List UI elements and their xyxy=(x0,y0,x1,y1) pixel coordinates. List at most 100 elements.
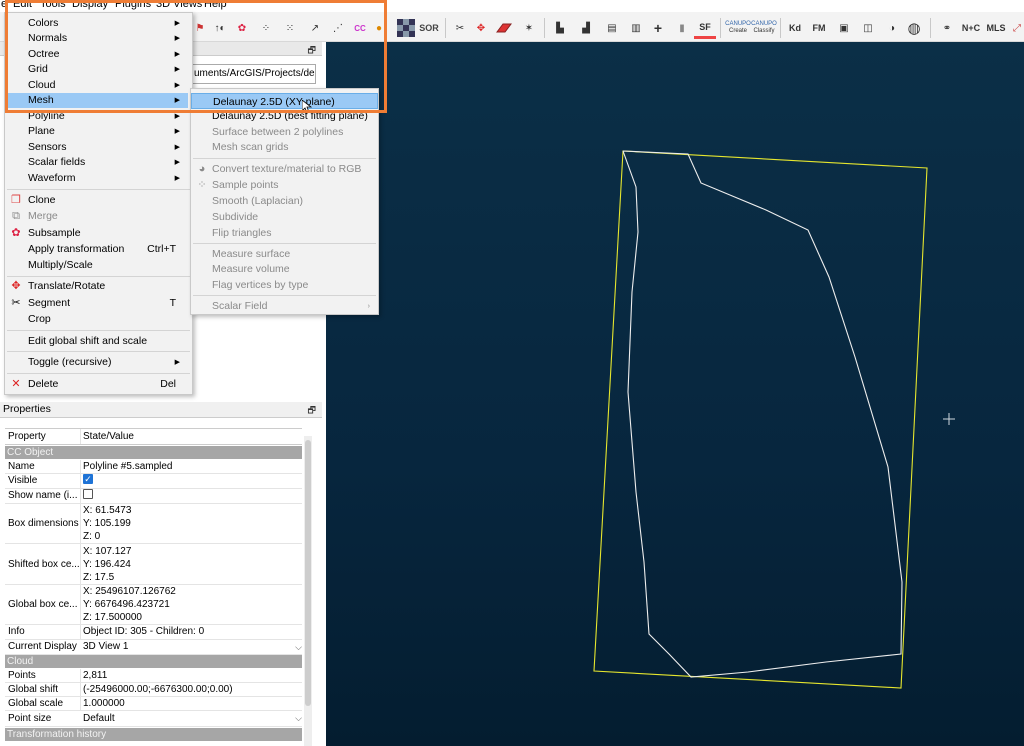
current-display-combo[interactable]: 3D View 1 ⌵ xyxy=(82,640,304,654)
restore-properties-icon[interactable]: 🗗 xyxy=(308,403,316,418)
sampled-polyline xyxy=(622,150,903,678)
menu-item-waveform[interactable]: Waveform ▶ xyxy=(5,171,188,186)
menu-item-sample-points[interactable]: ⁘ Sample points xyxy=(191,178,378,193)
properties-title: Properties 🗗 xyxy=(0,402,322,418)
menu-item-flip-triangles[interactable]: Flip triangles xyxy=(191,226,378,241)
histogram-icon[interactable]: ▙ xyxy=(551,17,569,39)
compass-icon[interactable]: ▣ xyxy=(834,17,854,39)
dots-icon[interactable]: ⋰ xyxy=(328,17,348,39)
checker-icon[interactable] xyxy=(396,17,416,39)
chevron-down-icon: ⌵ xyxy=(295,713,302,723)
sf-button[interactable]: SF xyxy=(694,17,716,39)
properties-panel: Properties 🗗 Property State/Value CC Obj… xyxy=(0,402,326,746)
mesh-submenu: Delaunay 2.5D (XY plane) Delaunay 2.5D (… xyxy=(190,88,379,315)
more-tools-icon[interactable]: ⤢ xyxy=(1010,17,1024,39)
menu-item-multiply-scale[interactable]: Multiply/Scale xyxy=(5,258,188,273)
sf-list-icon[interactable]: ▤ xyxy=(603,17,621,39)
menu-edit[interactable]: Edit xyxy=(13,0,32,10)
name-value[interactable]: Polyline #5.sampled xyxy=(83,460,173,473)
menu-item-measure-volume[interactable]: Measure volume xyxy=(191,262,378,277)
menu-item-convert-texture[interactable]: ◕ Convert texture/material to RGB xyxy=(191,162,378,177)
scatter-icon[interactable]: ⁙ xyxy=(280,17,300,39)
canupo-create-button[interactable]: CANUPO Create xyxy=(725,17,751,39)
add-icon[interactable]: + xyxy=(649,17,667,39)
properties-header-row: Property State/Value xyxy=(5,428,302,445)
delete-icon: ✕ xyxy=(11,378,21,390)
menu-item-measure-surface[interactable]: Measure surface xyxy=(191,247,378,262)
translate-rotate-icon: ✥ xyxy=(11,280,21,292)
points-icon[interactable]: ⁘ xyxy=(256,17,276,39)
canupo-classify-button[interactable]: CANUPO Classify xyxy=(751,17,777,39)
menu-3d-views[interactable]: 3D Views xyxy=(156,0,202,10)
3d-view[interactable] xyxy=(326,42,1024,746)
facets-fm-button[interactable]: FM xyxy=(808,17,830,39)
plane-icon[interactable] xyxy=(494,17,514,39)
menu-item-octree[interactable]: Octree ▶ xyxy=(5,47,188,62)
ransac-icon[interactable]: ◑ xyxy=(882,17,902,39)
menu-item-crop[interactable]: Crop xyxy=(5,312,188,327)
menu-item-colors[interactable]: Colors ▶ xyxy=(5,16,188,31)
menu-item-edit-global-shift[interactable]: Edit global shift and scale xyxy=(5,334,188,349)
sf-arith-icon[interactable]: ▥ xyxy=(627,17,645,39)
row-info: Info Object ID: 305 - Children: 0 xyxy=(5,625,302,640)
kd-tree-button[interactable]: Kd xyxy=(784,17,806,39)
subsample-tool-icon[interactable]: ✿ xyxy=(232,17,252,39)
menu-plugins[interactable]: Plugins xyxy=(115,0,151,10)
menu-item-grid[interactable]: Grid ▶ xyxy=(5,62,188,77)
menu-item-mesh[interactable]: Mesh ▶ xyxy=(5,93,188,108)
menu-file-partial[interactable]: e xyxy=(1,0,7,10)
visible-checkbox[interactable]: ✓ xyxy=(83,474,93,485)
normals-icon[interactable]: ↑◐ xyxy=(210,17,230,39)
menu-item-cloud[interactable]: Cloud ▶ xyxy=(5,78,188,93)
menu-tools[interactable]: Tools xyxy=(40,0,66,10)
filter-icon[interactable]: ⚑ xyxy=(190,17,210,39)
menu-item-segment[interactable]: ✂ Segment T xyxy=(5,296,188,311)
row-global-scale: Global scale 1.000000 xyxy=(5,697,302,711)
menu-item-clone[interactable]: ❐ Clone xyxy=(5,193,188,208)
menu-item-mesh-scan-grids[interactable]: Mesh scan grids xyxy=(191,140,378,155)
menu-item-translate-rotate[interactable]: ✥ Translate/Rotate xyxy=(5,279,188,294)
segment-tool-icon[interactable]: ✂ xyxy=(451,17,469,39)
menu-item-scalar-fields[interactable]: Scalar fields ▶ xyxy=(5,155,188,170)
row-name: Name Polyline #5.sampled xyxy=(5,460,302,474)
menu-item-normals[interactable]: Normals ▶ xyxy=(5,31,188,46)
menu-item-delete[interactable]: ✕ Delete Del xyxy=(5,377,188,392)
menu-item-smooth-laplacian[interactable]: Smooth (Laplacian) xyxy=(191,194,378,209)
cc-icon[interactable]: CC xyxy=(350,17,370,39)
menu-display[interactable]: Display xyxy=(72,0,108,10)
menu-item-flag-vertices[interactable]: Flag vertices by type xyxy=(191,278,378,293)
paint-icon[interactable]: ● xyxy=(372,17,386,39)
menu-item-delaunay-best-fit[interactable]: Delaunay 2.5D (best fitting plane) xyxy=(191,109,378,124)
sphere-icon[interactable]: ◍ xyxy=(904,17,924,39)
3d-scene xyxy=(593,150,955,689)
menu-item-surface-between-polylines[interactable]: Surface between 2 polylines xyxy=(191,125,378,140)
menu-item-plane[interactable]: Plane ▶ xyxy=(5,124,188,139)
menu-item-polyline[interactable]: Polyline ▶ xyxy=(5,109,188,124)
db-tree-path[interactable]: uments/ArcGIS/Projects/de... xyxy=(188,64,316,84)
menu-item-merge[interactable]: ⧉ Merge xyxy=(5,209,188,224)
menu-item-subdivide[interactable]: Subdivide xyxy=(191,210,378,225)
menu-help[interactable]: Help xyxy=(204,0,227,10)
show-name-checkbox[interactable] xyxy=(83,489,93,500)
menu-item-delaunay-xy[interactable]: Delaunay 2.5D (XY plane) xyxy=(191,93,378,109)
chart-icon[interactable]: ▟ xyxy=(577,17,595,39)
arrow-tool-icon[interactable]: ↗ xyxy=(305,17,325,39)
sor-filter-button[interactable]: SOR xyxy=(418,17,440,39)
menu-item-toggle-recursive[interactable]: Toggle (recursive) ▶ xyxy=(5,355,188,370)
menu-item-apply-transformation[interactable]: Apply transformation Ctrl+T xyxy=(5,242,188,257)
properties-scrollbar[interactable] xyxy=(304,436,312,746)
row-current-display: Current Display 3D View 1 ⌵ xyxy=(5,640,302,655)
translate-tool-icon[interactable]: ✥ xyxy=(472,17,490,39)
link-icon[interactable]: ⚭ xyxy=(938,17,956,39)
hpr-icon[interactable]: ◫ xyxy=(858,17,878,39)
point-size-combo[interactable]: Default ⌵ xyxy=(82,711,304,725)
mls-button[interactable]: MLS xyxy=(984,17,1008,39)
menu-item-subsample[interactable]: ✿ Subsample xyxy=(5,226,188,241)
restore-panel-icon[interactable]: 🗗 xyxy=(308,43,316,59)
delete-sf-icon[interactable]: ▮ xyxy=(673,17,691,39)
pick-icon[interactable]: ✶ xyxy=(520,17,538,39)
sample-points-icon: ⁘ xyxy=(197,179,207,191)
menu-item-scalar-field[interactable]: Scalar Field › xyxy=(191,299,378,314)
n-plus-c-button[interactable]: N+C xyxy=(960,17,982,39)
menu-item-sensors[interactable]: Sensors ▶ xyxy=(5,140,188,155)
